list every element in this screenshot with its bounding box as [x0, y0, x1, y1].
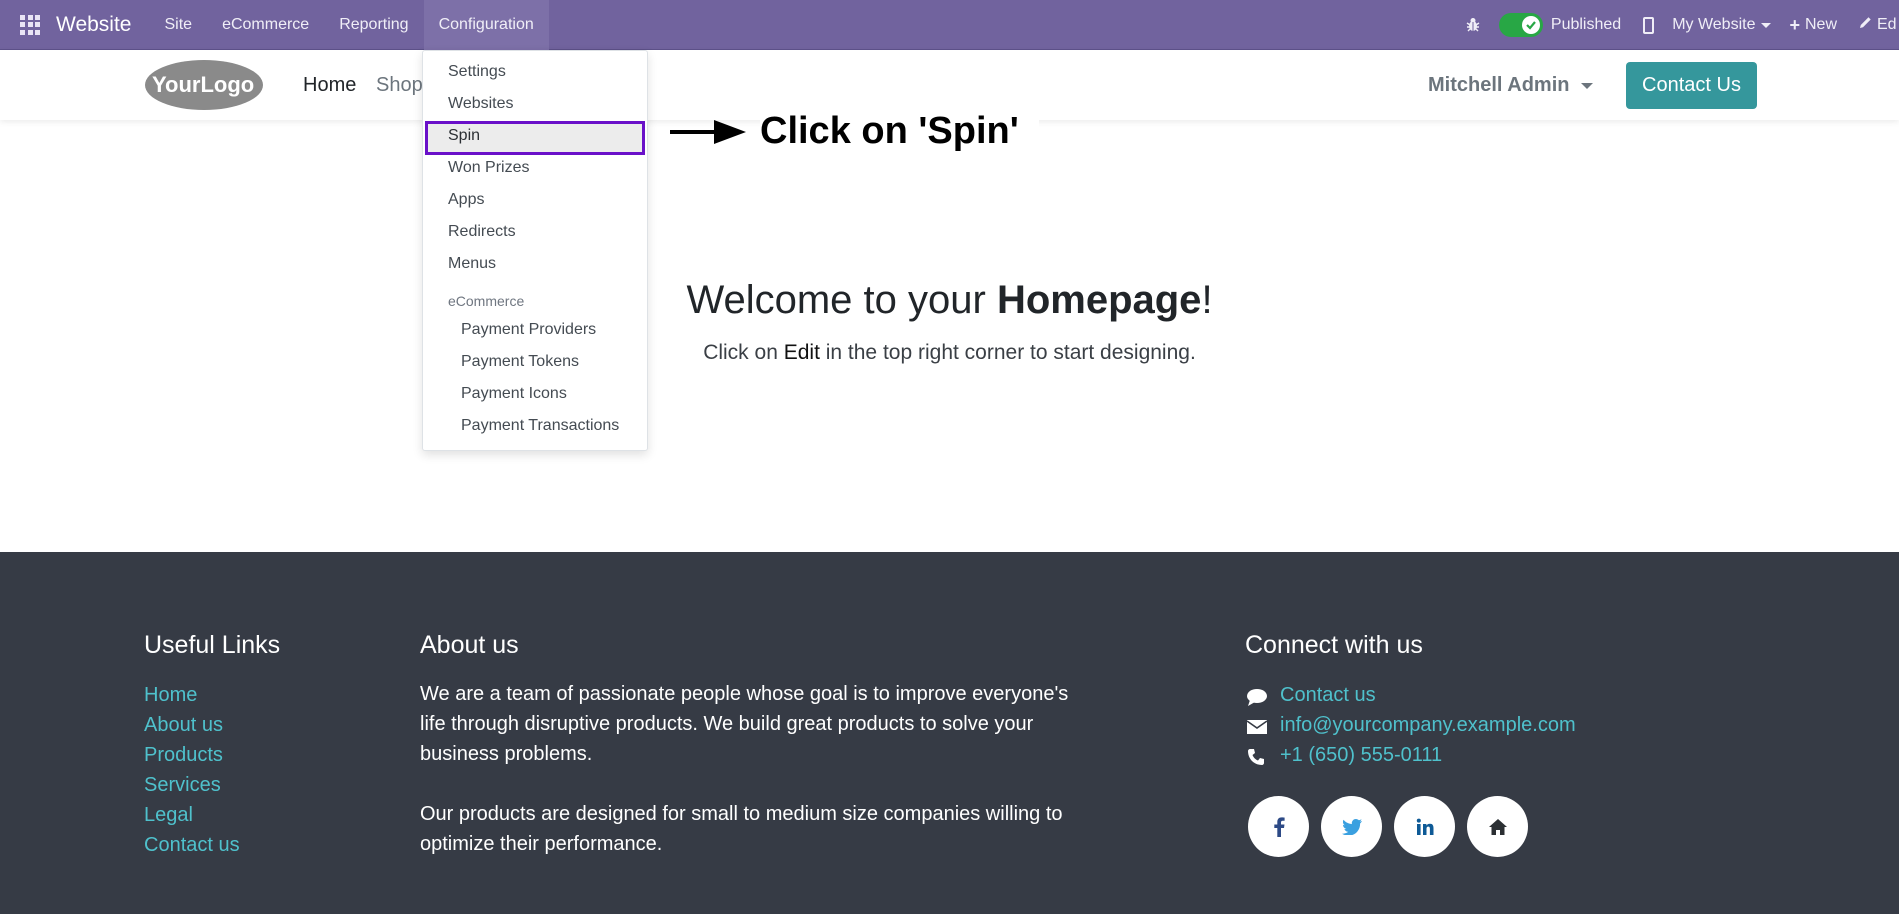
logo-text: YourLogo — [152, 72, 254, 97]
footer-link-home[interactable]: Home — [144, 684, 197, 707]
about-line: business problems. — [420, 743, 593, 765]
bug-icon[interactable] — [1465, 17, 1481, 33]
phone-icon — [1247, 748, 1269, 768]
nav-shop[interactable]: Shop — [376, 74, 423, 97]
menu-ecommerce[interactable]: eCommerce — [207, 0, 324, 50]
admin-navbar: Website Site eCommerce Reporting Configu… — [0, 0, 1899, 50]
about-us-title: About us — [420, 631, 519, 659]
dropdown-item-redirects[interactable]: Redirects — [448, 223, 516, 241]
dropdown-item-settings[interactable]: Settings — [448, 63, 506, 81]
chevron-down-icon — [1581, 82, 1594, 89]
footer-link-legal[interactable]: Legal — [144, 804, 193, 827]
check-icon — [1521, 16, 1540, 34]
new-button-label: New — [1804, 16, 1837, 33]
user-menu[interactable]: Mitchell Admin — [1428, 74, 1594, 97]
spin-label: Spin — [448, 127, 481, 144]
chat-icon — [1246, 688, 1268, 708]
about-line: Our products are designed for small to m… — [420, 803, 1063, 825]
chevron-down-icon — [1761, 22, 1772, 28]
facebook-icon[interactable] — [1248, 796, 1309, 857]
subtext-prefix: Click on — [703, 341, 784, 364]
published-label: Published — [1550, 16, 1622, 33]
about-line: life through disruptive products. We bui… — [420, 713, 1034, 735]
dropdown-item-won-prizes[interactable]: Won Prizes — [448, 159, 530, 177]
footer-phone-link[interactable]: +1 (650) 555-0111 — [1280, 744, 1442, 767]
menu-site[interactable]: Site — [149, 0, 207, 50]
contact-us-button[interactable]: Contact Us — [1626, 62, 1757, 109]
footer-link-services[interactable]: Services — [144, 774, 221, 797]
nav-home[interactable]: Home — [303, 74, 356, 97]
subtext-suffix: in the top right corner to start designi… — [819, 341, 1196, 364]
site-footer: Useful Links Home About us Products Serv… — [0, 552, 1899, 914]
menu-reporting[interactable]: Reporting — [324, 0, 423, 50]
website-selector[interactable]: My Website — [1672, 16, 1772, 34]
pencil-icon — [1859, 16, 1872, 34]
edit-button[interactable]: Ed — [1859, 16, 1899, 34]
publish-toggle[interactable] — [1498, 13, 1543, 37]
home-icon[interactable] — [1467, 796, 1528, 857]
instruction-annotation: Click on 'Spin' — [670, 110, 1039, 153]
about-us-paragraph-1: We are a team of passionate people whose… — [420, 679, 1068, 769]
footer-link-about[interactable]: About us — [144, 714, 223, 737]
footer-email-link[interactable]: info@yourcompany.example.com — [1280, 714, 1576, 737]
welcome-subtext: Click on Edit in the top right corner to… — [0, 341, 1899, 365]
welcome-bold: Homepage — [996, 278, 1202, 322]
apps-menu-icon[interactable] — [0, 0, 60, 50]
about-us-paragraph-2: Our products are designed for small to m… — [420, 799, 1063, 859]
new-button[interactable]: + New — [1789, 15, 1837, 36]
dropdown-item-payment-providers[interactable]: Payment Providers — [461, 321, 596, 339]
plus-icon: + — [1789, 14, 1800, 35]
dropdown-section-ecommerce: eCommerce — [448, 293, 525, 309]
envelope-icon — [1246, 718, 1268, 738]
useful-links-title: Useful Links — [144, 631, 281, 659]
linkedin-icon[interactable] — [1394, 796, 1455, 857]
menu-configuration[interactable]: Configuration — [423, 0, 549, 50]
about-line: optimize their performance. — [420, 833, 663, 855]
dropdown-item-apps[interactable]: Apps — [448, 191, 484, 209]
company-logo[interactable]: YourLogo — [144, 59, 264, 111]
welcome-suffix: ! — [1201, 278, 1213, 322]
mobile-preview-icon[interactable] — [1643, 16, 1655, 34]
dropdown-item-websites[interactable]: Websites — [448, 95, 514, 113]
instruction-text: Click on 'Spin' — [760, 110, 1039, 153]
footer-link-products[interactable]: Products — [144, 744, 223, 767]
connect-title: Connect with us — [1245, 631, 1423, 659]
dropdown-item-menus[interactable]: Menus — [448, 255, 496, 273]
user-name: Mitchell Admin — [1428, 74, 1570, 96]
dropdown-item-payment-tokens[interactable]: Payment Tokens — [461, 353, 579, 371]
app-name[interactable]: Website — [56, 13, 131, 37]
twitter-icon[interactable] — [1321, 796, 1382, 857]
subtext-edit: Edit — [783, 341, 820, 364]
arrow-right-icon — [670, 119, 746, 144]
welcome-heading: Welcome to your Homepage! — [0, 278, 1899, 323]
footer-contact-link[interactable]: Contact us — [1280, 684, 1376, 707]
website-selector-label: My Website — [1672, 16, 1756, 33]
welcome-prefix: Welcome to your — [686, 278, 997, 322]
about-line: We are a team of passionate people whose… — [420, 683, 1069, 705]
edit-button-label: Ed — [1877, 16, 1897, 33]
dropdown-item-payment-icons[interactable]: Payment Icons — [461, 385, 567, 403]
footer-link-contact[interactable]: Contact us — [144, 834, 240, 857]
dropdown-item-payment-transactions[interactable]: Payment Transactions — [461, 417, 619, 435]
configuration-dropdown: Settings Websites Won Prizes Apps Redire… — [422, 50, 648, 451]
